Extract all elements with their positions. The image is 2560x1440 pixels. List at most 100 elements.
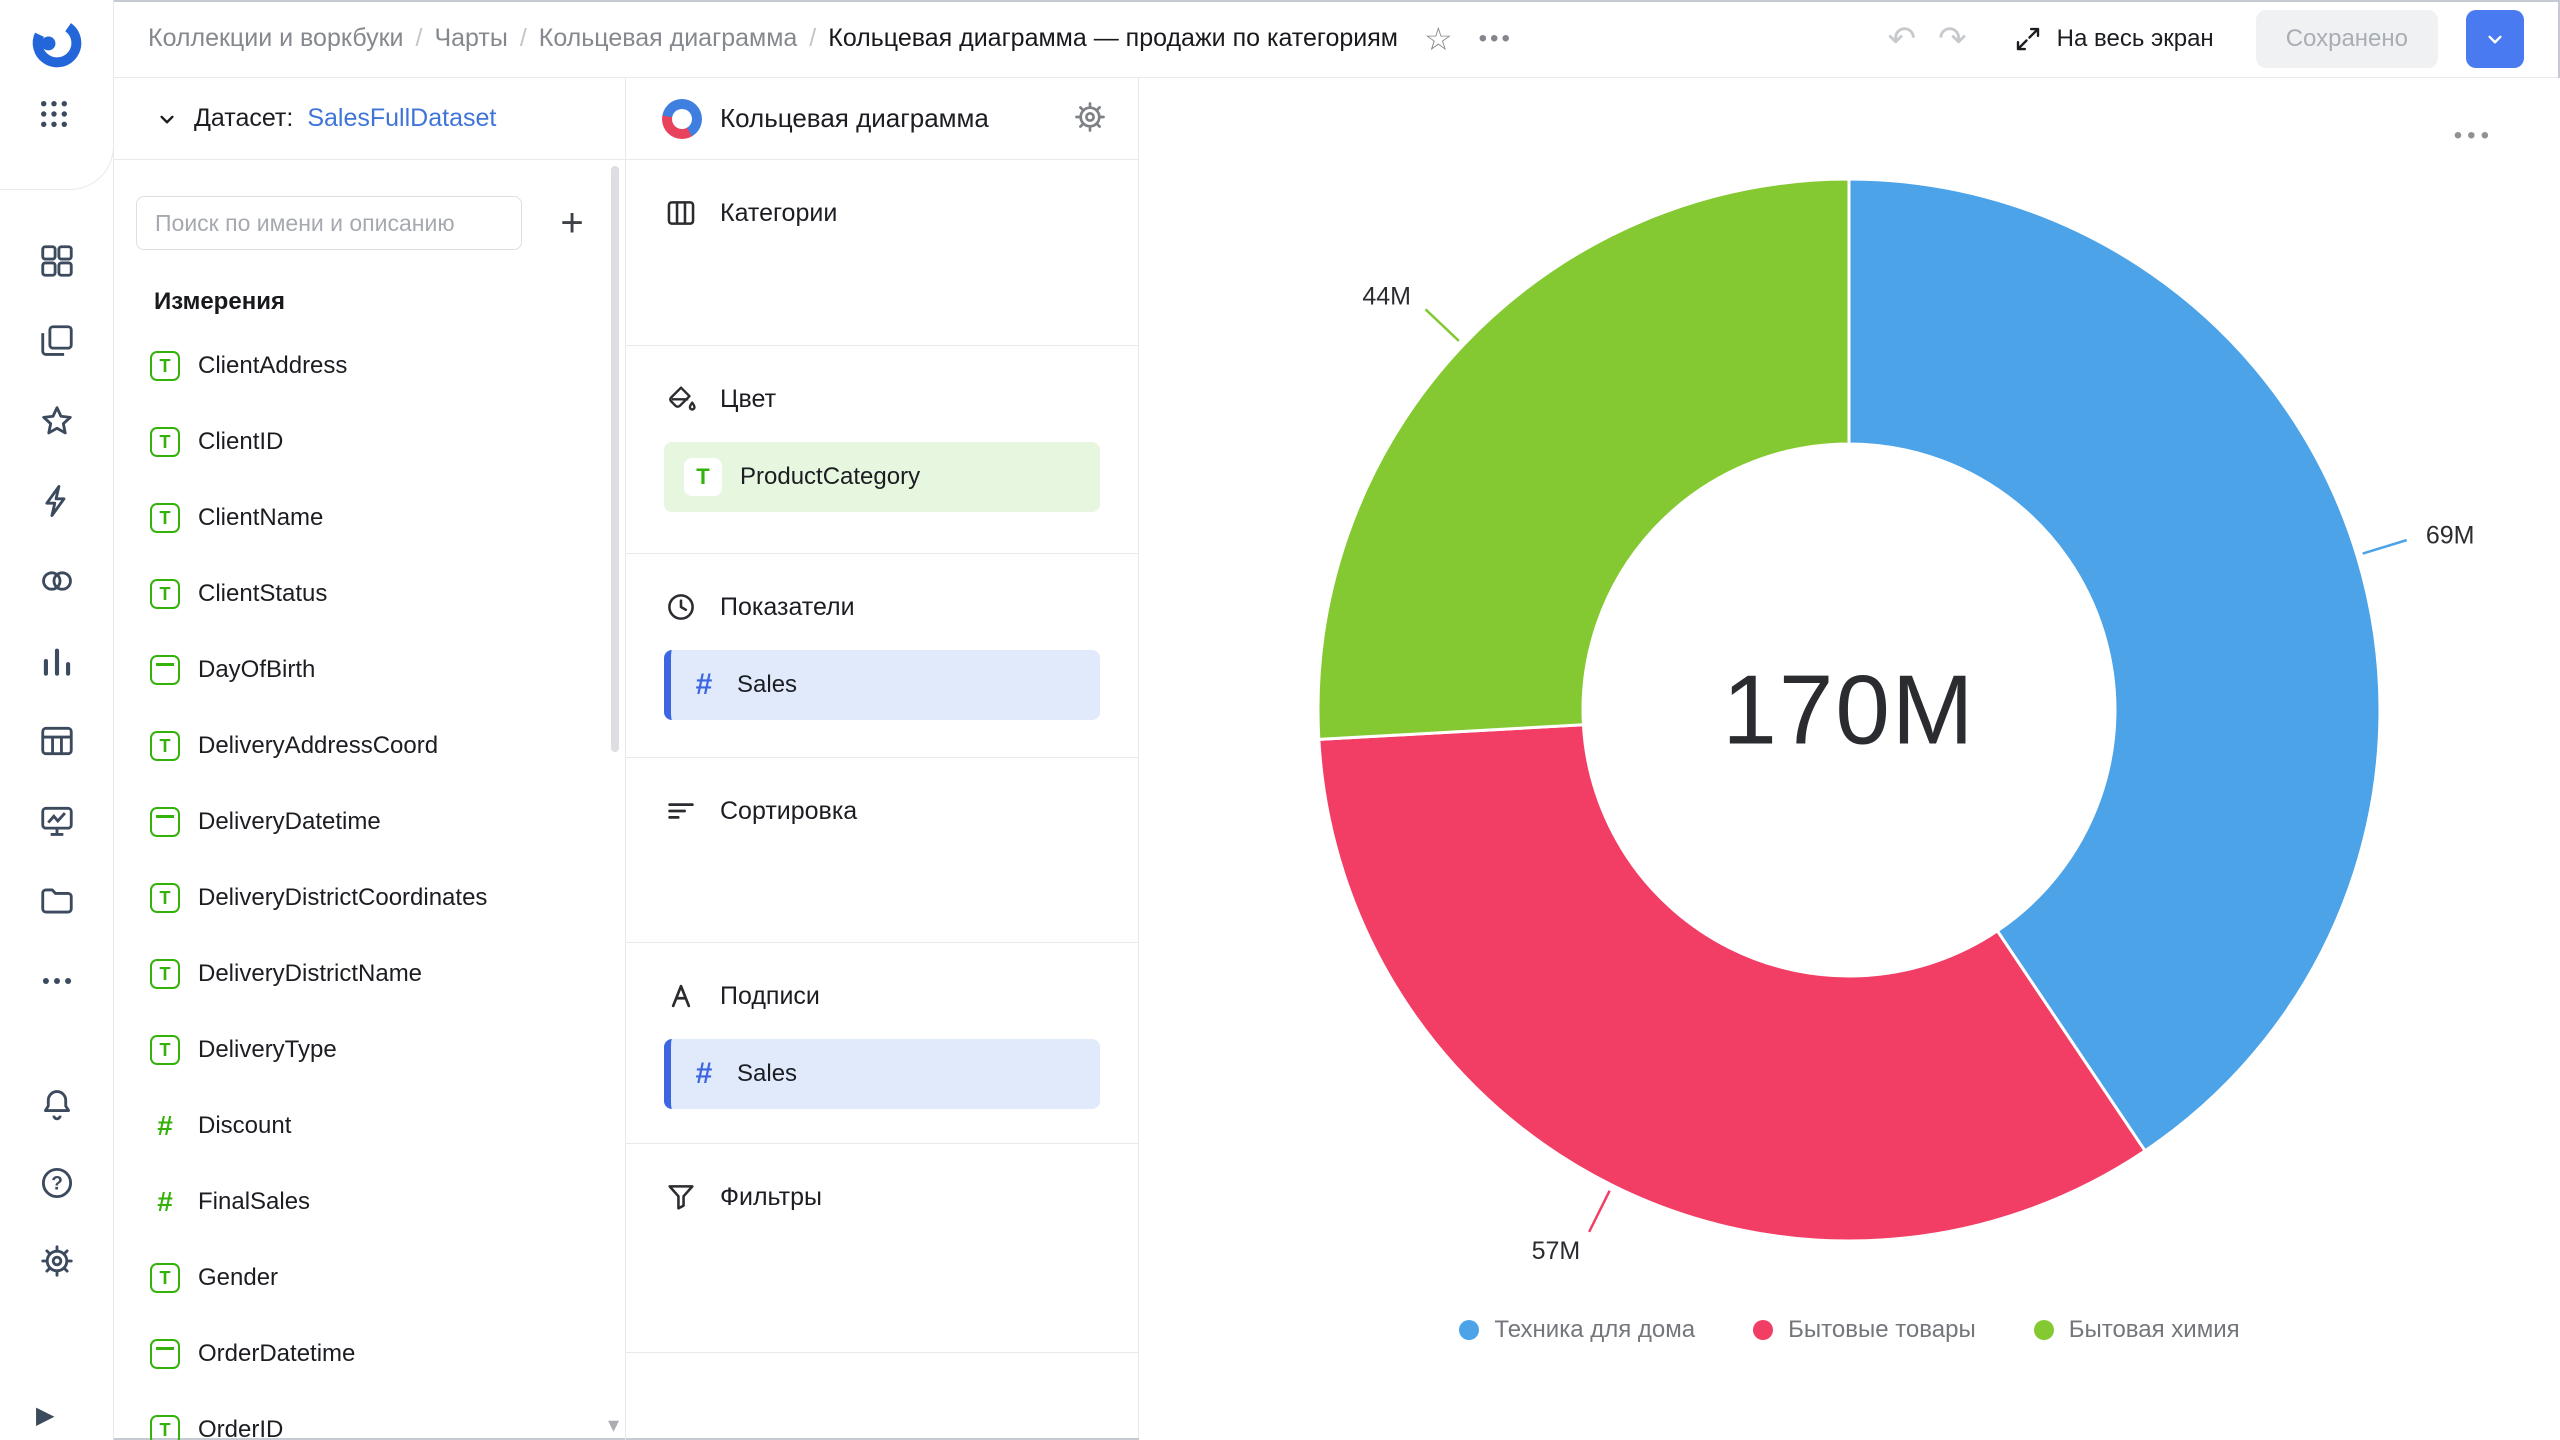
donut-label-line xyxy=(1589,1191,1610,1232)
field-name: OrderID xyxy=(198,1416,283,1440)
scroll-down-icon[interactable]: ▾ xyxy=(608,1412,619,1438)
dataset-field[interactable]: DeliveryDatetime xyxy=(114,784,625,860)
breadcrumb-item[interactable]: Кольцевая диаграмма xyxy=(539,24,798,53)
chip-label: ProductCategory xyxy=(740,463,920,491)
legend-label: Бытовые товары xyxy=(1788,1316,1976,1344)
field-name: FinalSales xyxy=(198,1188,310,1216)
label-field-chip[interactable]: Sales xyxy=(664,1039,1100,1109)
legend-item[interactable]: Бытовая химия xyxy=(2034,1316,2240,1344)
dataset-name-link[interactable]: SalesFullDataset xyxy=(307,104,496,133)
number-field-icon xyxy=(689,1057,719,1091)
app-window: ▶ Коллекции и воркбуки / Чарты / Кольцев… xyxy=(0,0,2560,1440)
monitoring-icon[interactable] xyxy=(38,802,76,840)
section-sort: Сортировка xyxy=(626,758,1138,943)
field-type-icon xyxy=(150,579,180,609)
section-label-categories: Категории xyxy=(720,199,837,228)
field-type-icon xyxy=(150,1111,180,1141)
field-name: Discount xyxy=(198,1112,291,1140)
help-icon[interactable] xyxy=(38,1164,76,1202)
measure-field-chip[interactable]: Sales xyxy=(664,650,1100,720)
storage-icon[interactable] xyxy=(38,882,76,920)
dataset-field[interactable]: OrderID xyxy=(114,1392,625,1440)
dataset-field[interactable]: ClientID xyxy=(114,404,625,480)
donut-label-line xyxy=(1425,309,1458,341)
datalens-logo[interactable] xyxy=(30,16,84,70)
color-field-chip[interactable]: ProductCategory xyxy=(664,442,1100,512)
collections-icon[interactable] xyxy=(38,242,76,280)
dataset-field[interactable]: DeliveryAddressCoord xyxy=(114,708,625,784)
connections-icon[interactable] xyxy=(38,482,76,520)
field-type-icon xyxy=(150,655,180,685)
dataset-field[interactable]: Gender xyxy=(114,1240,625,1316)
field-name: DeliveryAddressCoord xyxy=(198,732,438,760)
dashboards-icon[interactable] xyxy=(38,722,76,760)
expand-rail-icon[interactable]: ▶ xyxy=(36,1401,54,1430)
legend-dot xyxy=(2034,1320,2054,1340)
rail-nav xyxy=(38,242,76,1000)
field-type-icon xyxy=(150,503,180,533)
dataset-field[interactable]: ClientAddress xyxy=(114,328,625,404)
breadcrumb-item[interactable]: Чарты xyxy=(434,24,507,53)
field-search-input[interactable] xyxy=(136,196,522,250)
section-label-filters: Фильтры xyxy=(720,1183,822,1212)
categories-icon xyxy=(664,196,698,230)
field-name: ClientStatus xyxy=(198,580,327,608)
chevron-down-icon xyxy=(2482,26,2508,52)
chart-config-panel: Кольцевая диаграмма Категории Цвет xyxy=(626,78,1139,1440)
donut-value-label: 57M xyxy=(1532,1237,1581,1265)
charts-icon[interactable] xyxy=(38,642,76,680)
favorites-star-icon[interactable] xyxy=(38,402,76,440)
dataset-scrollbar[interactable] xyxy=(611,166,619,752)
header-actions: ↶ ↷ На весь экран Сохранено xyxy=(1888,10,2524,68)
dataset-field[interactable]: DayOfBirth xyxy=(114,632,625,708)
field-name: ClientAddress xyxy=(198,352,347,380)
section-label-color: Цвет xyxy=(720,385,776,414)
datalens-logo-icon xyxy=(30,16,84,70)
section-measures: Показатели Sales xyxy=(626,554,1138,758)
legend-dot xyxy=(1753,1320,1773,1340)
notifications-bell-icon[interactable] xyxy=(38,1086,76,1124)
donut-value-label: 69M xyxy=(2426,521,2475,549)
dataset-field[interactable]: OrderDatetime xyxy=(114,1316,625,1392)
datasets-icon[interactable] xyxy=(38,562,76,600)
dataset-field[interactable]: DeliveryDistrictName xyxy=(114,936,625,1012)
fullscreen-button[interactable]: На весь экран xyxy=(2013,24,2214,54)
header-more-icon[interactable]: ••• xyxy=(1479,25,1513,53)
dataset-field[interactable]: ClientName xyxy=(114,480,625,556)
settings-gear-icon[interactable] xyxy=(38,1242,76,1280)
chip-label: Sales xyxy=(737,671,797,699)
dataset-field[interactable]: Discount xyxy=(114,1088,625,1164)
favorite-star-icon[interactable]: ☆ xyxy=(1424,23,1453,55)
more-icon[interactable] xyxy=(38,962,76,1000)
top-header: Коллекции и воркбуки / Чарты / Кольцевая… xyxy=(114,0,2560,78)
breadcrumb-item[interactable]: Коллекции и воркбуки xyxy=(148,24,404,53)
dataset-field[interactable]: ClientStatus xyxy=(114,556,625,632)
chart-settings-gear-icon[interactable] xyxy=(1072,99,1108,138)
field-name: DeliveryDistrictName xyxy=(198,960,422,988)
donut-chart-type-icon[interactable] xyxy=(662,99,702,139)
field-type-icon xyxy=(150,1415,180,1440)
legend-item[interactable]: Техника для дома xyxy=(1459,1316,1695,1344)
dataset-collapse-chevron-icon[interactable] xyxy=(154,106,180,132)
field-name: DeliveryType xyxy=(198,1036,337,1064)
field-type-icon xyxy=(150,807,180,837)
field-type-icon xyxy=(150,1035,180,1065)
dataset-field[interactable]: FinalSales xyxy=(114,1164,625,1240)
save-button[interactable]: Сохранено xyxy=(2256,10,2438,68)
legend-item[interactable]: Бытовые товары xyxy=(1753,1316,1976,1344)
apps-grid-icon[interactable] xyxy=(35,92,79,136)
save-dropdown-button[interactable] xyxy=(2466,10,2524,68)
field-type-icon xyxy=(150,731,180,761)
add-field-button[interactable]: + xyxy=(545,196,599,250)
donut-segment[interactable] xyxy=(1319,725,2145,1241)
dataset-field[interactable]: DeliveryDistrictCoordinates xyxy=(114,860,625,936)
field-type-icon xyxy=(150,959,180,989)
donut-label-line xyxy=(2363,540,2407,553)
section-labels: Подписи Sales xyxy=(626,943,1138,1144)
redo-icon[interactable]: ↷ xyxy=(1938,22,1967,56)
dataset-field[interactable]: DeliveryType xyxy=(114,1012,625,1088)
number-field-icon xyxy=(689,668,719,702)
field-type-icon xyxy=(150,1263,180,1293)
workbooks-icon[interactable] xyxy=(38,322,76,360)
undo-icon[interactable]: ↶ xyxy=(1888,22,1917,56)
